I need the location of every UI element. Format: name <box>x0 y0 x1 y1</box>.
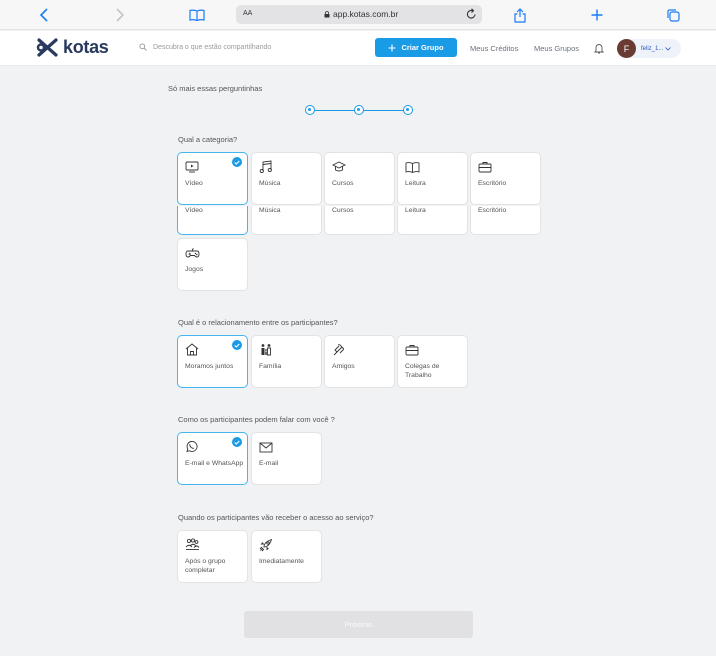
avatar: F <box>617 39 636 58</box>
briefcase-icon <box>405 343 419 361</box>
lock-icon <box>324 10 330 17</box>
address-bar[interactable]: AA app.kotas.com.br <box>236 5 482 24</box>
back-icon[interactable] <box>34 5 54 25</box>
category-label: Música <box>259 180 281 187</box>
category-label: Vídeo <box>185 207 203 214</box>
gamepad-icon <box>185 246 200 264</box>
access-option-immediately[interactable]: Imediatamente <box>251 530 322 583</box>
user-menu[interactable]: F feliz_1... <box>617 39 681 58</box>
category-label: Cursos <box>332 180 354 187</box>
relationship-label: Colegas de Trabalho <box>405 363 440 379</box>
relationship-label: Amigos <box>332 363 355 370</box>
category-option-video[interactable]: Vídeo <box>177 152 248 205</box>
forward-icon[interactable] <box>110 5 130 25</box>
category-question: Qual a categoria? <box>178 135 238 144</box>
share-icon[interactable] <box>510 5 530 25</box>
relationship-option-coworkers[interactable]: Colegas de Trabalho <box>397 335 468 388</box>
access-option-after-group-complete[interactable]: Após o grupo completar <box>177 530 248 583</box>
create-group-button[interactable]: Criar Grupo <box>375 38 457 57</box>
progress-stepper <box>305 105 413 115</box>
reader-button[interactable]: AA <box>243 10 252 17</box>
step-1-dot <box>305 105 315 115</box>
plus-icon <box>388 44 396 51</box>
user-name: feliz_1... <box>641 45 664 52</box>
category-label: Escritório <box>478 180 507 187</box>
check-icon <box>232 437 242 447</box>
contact-question: Como os participantes podem falar com vo… <box>178 415 335 424</box>
category-option-music-duplicate[interactable]: Música <box>251 206 322 235</box>
category-option-reading[interactable]: Leitura <box>397 152 468 205</box>
stepper-line <box>314 109 355 111</box>
envelope-icon <box>259 440 273 458</box>
category-option-music[interactable]: Música <box>251 152 322 205</box>
bell-icon[interactable] <box>593 41 605 59</box>
book-open-icon <box>405 160 420 178</box>
tv-play-icon <box>185 160 199 178</box>
whatsapp-icon <box>185 440 198 458</box>
relationship-label: Moramos juntos <box>185 363 234 370</box>
brand-name: kotas <box>63 37 109 57</box>
relationship-option-friends[interactable]: Amigos <box>324 335 395 388</box>
category-label: Leitura <box>405 180 426 187</box>
search-bar[interactable]: Descubra o que estão compartilhando <box>139 43 271 51</box>
stepper-line <box>363 109 404 111</box>
graduation-cap-icon <box>331 160 347 178</box>
my-credits-link[interactable]: Meus Créditos <box>470 44 518 53</box>
step-2-dot <box>354 105 364 115</box>
briefcase-icon <box>478 160 492 178</box>
access-question: Quando os participantes vão receber o ac… <box>178 513 374 522</box>
contact-label: E-mail <box>259 460 279 467</box>
new-tab-icon[interactable] <box>587 5 607 25</box>
next-button[interactable]: Próximo <box>244 611 473 638</box>
intro-text: Só mais essas perguntinhas <box>168 84 263 93</box>
reload-icon[interactable] <box>466 8 477 22</box>
category-option-reading-duplicate[interactable]: Leitura <box>397 206 468 235</box>
category-label: Jogos <box>185 266 204 273</box>
relationship-label: Família <box>259 363 282 370</box>
category-label: Leitura <box>405 207 426 214</box>
category-label: Escritório <box>478 207 507 214</box>
category-option-video-duplicate[interactable]: Vídeo <box>177 206 248 235</box>
check-icon <box>232 157 242 167</box>
category-option-games[interactable]: Jogos <box>177 238 248 291</box>
category-option-courses-duplicate[interactable]: Cursos <box>324 206 395 235</box>
check-icon <box>232 340 242 350</box>
category-option-office[interactable]: Escritório <box>470 152 541 205</box>
step-3-dot <box>403 105 413 115</box>
access-label: Imediatamente <box>259 558 304 565</box>
category-option-courses[interactable]: Cursos <box>324 152 395 205</box>
handshake-icon <box>332 343 346 362</box>
category-label: Cursos <box>332 207 354 214</box>
rocket-icon <box>259 538 273 557</box>
my-groups-link[interactable]: Meus Grupos <box>534 44 579 53</box>
url-text: app.kotas.com.br <box>333 9 399 19</box>
search-placeholder: Descubra o que estão compartilhando <box>153 43 272 51</box>
relationship-option-family[interactable]: Família <box>251 335 322 388</box>
access-label: Após o grupo completar <box>185 558 226 574</box>
kotas-logo-icon <box>36 38 58 57</box>
contact-option-email[interactable]: E-mail <box>251 432 322 485</box>
tabs-icon[interactable] <box>663 5 683 25</box>
search-icon <box>139 43 147 51</box>
create-group-label: Criar Grupo <box>401 43 444 52</box>
relationship-option-live-together[interactable]: Moramos juntos <box>177 335 248 388</box>
group-people-icon <box>185 538 200 556</box>
chevron-down-icon <box>665 46 672 51</box>
app-header: kotas Descubra o que estão compartilhand… <box>0 31 716 66</box>
category-option-office-duplicate[interactable]: Escritório <box>470 206 541 235</box>
house-icon <box>185 343 199 361</box>
browser-toolbar: AA app.kotas.com.br <box>0 0 716 30</box>
category-label: Música <box>259 207 281 214</box>
category-label: Vídeo <box>185 180 203 187</box>
kotas-logo[interactable]: kotas <box>36 37 109 58</box>
relationship-question: Qual é o relacionamento entre os partici… <box>178 318 338 327</box>
bookmarks-icon[interactable] <box>187 5 207 25</box>
contact-label: E-mail e WhatsApp <box>185 460 244 467</box>
family-icon <box>259 343 273 361</box>
music-icon <box>259 160 273 179</box>
contact-option-email-whatsapp[interactable]: E-mail e WhatsApp <box>177 432 248 485</box>
